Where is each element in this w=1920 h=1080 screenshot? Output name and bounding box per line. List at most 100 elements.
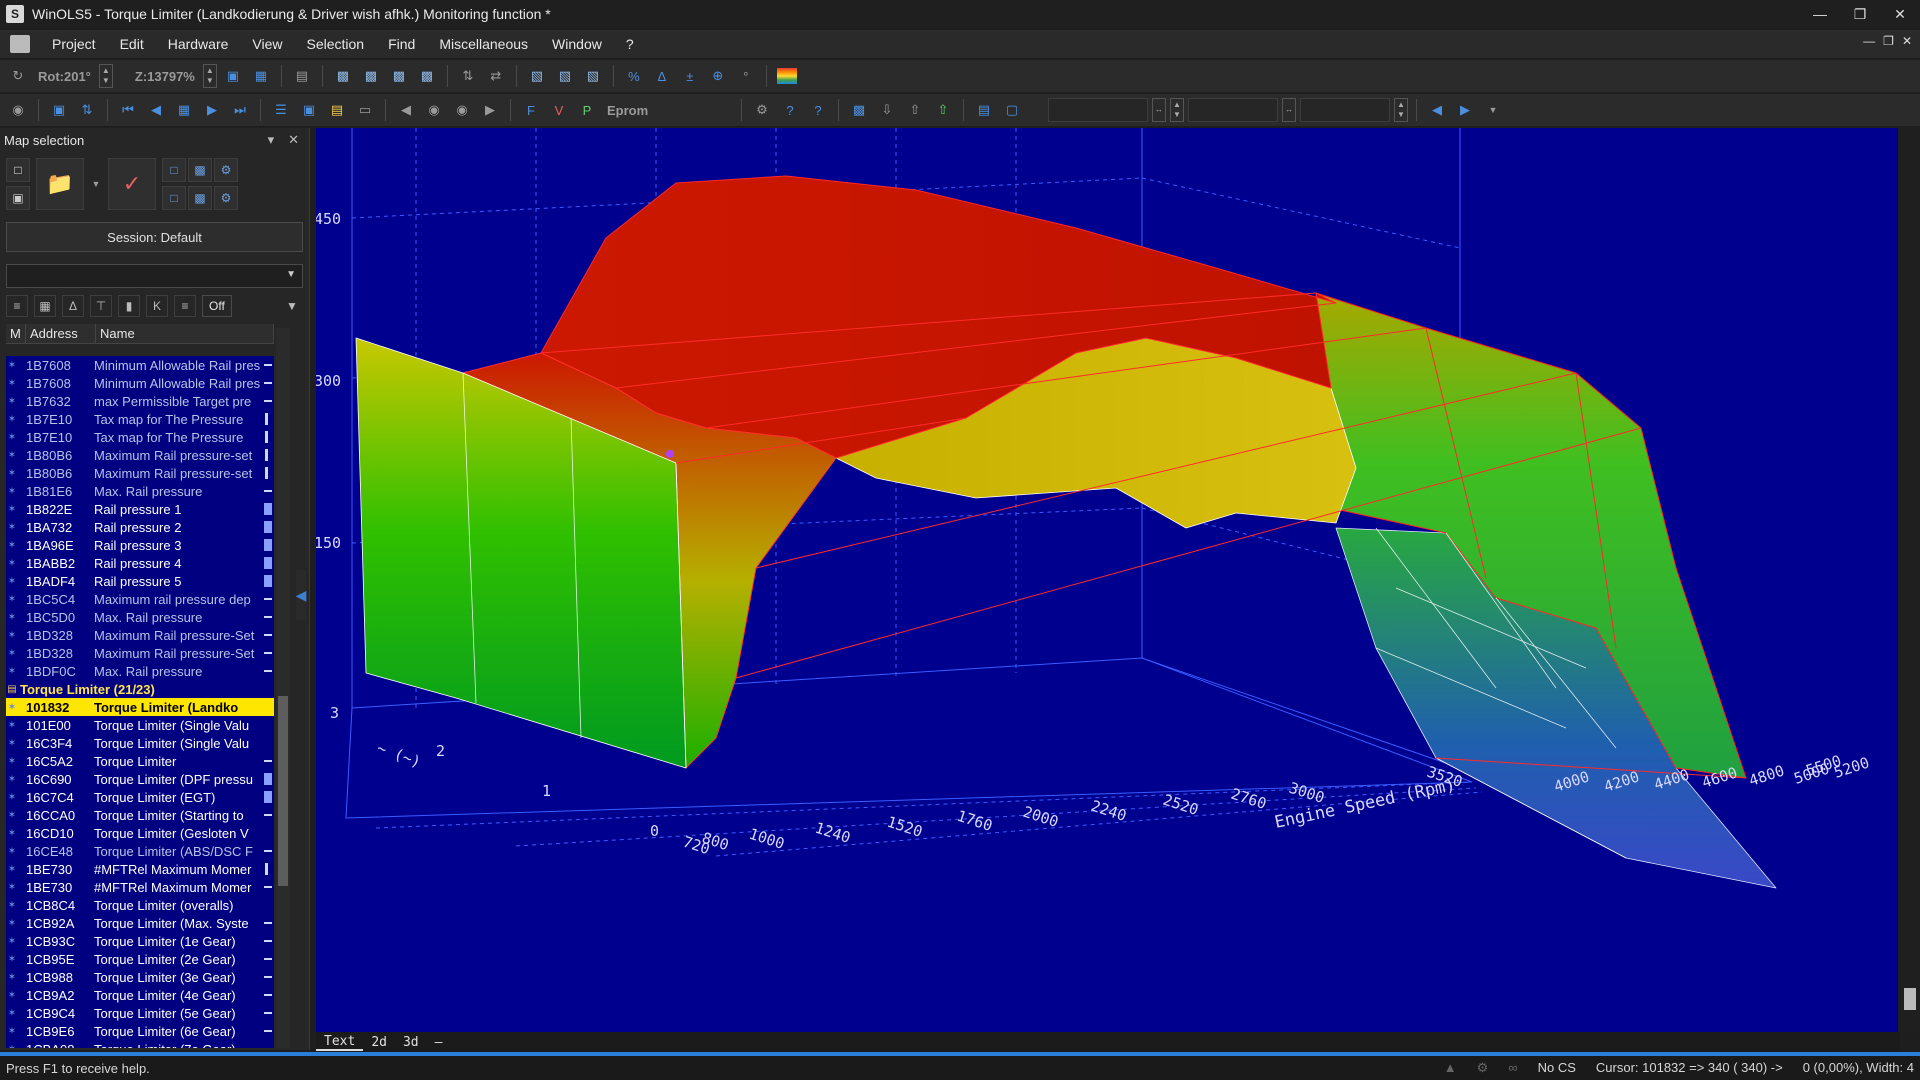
color-scale-icon[interactable] xyxy=(775,64,799,88)
value-spinner-2[interactable]: ▲ ▼ xyxy=(1170,98,1184,122)
percent-icon[interactable]: % xyxy=(622,64,646,88)
zoom-field[interactable]: Z:13797% xyxy=(131,65,199,87)
mdi-minimize-icon[interactable]: — xyxy=(1863,34,1875,48)
value-input-3[interactable] xyxy=(1300,98,1390,122)
filter-dropdown-icon[interactable]: ▼ xyxy=(281,295,303,317)
filter-bars-icon[interactable]: ▮ xyxy=(118,295,140,317)
list-scrollbar[interactable] xyxy=(276,328,290,1048)
filter-delta-icon[interactable]: Δ xyxy=(62,295,84,317)
table-row[interactable]: ✶ 16CCA0 Torque Limiter (Starting to xyxy=(6,806,274,824)
rotate-icon[interactable]: ↻ xyxy=(6,64,30,88)
forward-icon[interactable]: ▶ xyxy=(478,98,502,122)
filter-columns-icon[interactable]: ▦ xyxy=(34,295,56,317)
filter-sort-icon[interactable]: ≡ xyxy=(6,295,28,317)
column-m[interactable]: M xyxy=(6,324,26,343)
table-row[interactable]: ✶ 101832 Torque Limiter (Landko xyxy=(6,698,274,716)
table-row[interactable]: ✶ 1B7E10 Tax map for The Pressure xyxy=(6,428,274,446)
session-button[interactable]: Session: Default xyxy=(6,222,303,252)
plus-one-icon[interactable]: ± xyxy=(678,64,702,88)
hilo-icon[interactable]: ⇅ xyxy=(456,64,480,88)
view-grid-icon[interactable]: ▦ xyxy=(249,64,273,88)
value-spinner-1[interactable]: ↔ xyxy=(1152,98,1166,122)
column-name[interactable]: Name xyxy=(96,324,274,343)
tree-icon[interactable]: ☰ xyxy=(269,98,293,122)
map-wizard-icon[interactable]: ▩ xyxy=(188,158,212,182)
hex32-icon[interactable]: ▩ xyxy=(387,64,411,88)
panel-collapse-icon[interactable]: ◀ xyxy=(296,570,306,620)
table-row[interactable]: ✶ 1BABB2 Rail pressure 4 xyxy=(6,554,274,572)
settings-icon[interactable]: ⚙ xyxy=(750,98,774,122)
table-row[interactable]: ✶ 16C3F4 Torque Limiter (Single Valu xyxy=(6,734,274,752)
mdi-close-icon[interactable]: ✕ xyxy=(1902,34,1912,48)
save-icon[interactable]: ▣ xyxy=(6,186,30,210)
table-row[interactable]: ✶ 101E00 Torque Limiter (Single Valu xyxy=(6,716,274,734)
menu-hardware[interactable]: Hardware xyxy=(156,36,241,52)
table-row[interactable]: ✶ 1B7632 max Permissible Target pre xyxy=(6,392,274,410)
plot-scrollbar-thumb[interactable] xyxy=(1904,988,1916,1010)
grid-select-icon[interactable]: ▦ xyxy=(172,98,196,122)
table-row[interactable]: ✶ 1B80B6 Maximum Rail pressure-set xyxy=(6,464,274,482)
f-box-icon[interactable]: F xyxy=(519,98,543,122)
degree-icon[interactable]: ° xyxy=(734,64,758,88)
panel-close-icon[interactable]: ✕ xyxy=(288,132,299,148)
plot-scrollbar[interactable] xyxy=(1900,128,1920,1032)
table-row[interactable]: ✶ 1B81E6 Max. Rail pressure xyxy=(6,482,274,500)
tab-text[interactable]: Text xyxy=(316,1034,364,1051)
sign-icon[interactable]: ▧ xyxy=(525,64,549,88)
mdi-restore-icon[interactable]: ❐ xyxy=(1883,34,1894,48)
table-row[interactable]: ✶ 1CB9E6 Torque Limiter (6e Gear) xyxy=(6,1022,274,1040)
swap-icon[interactable]: ⇄ xyxy=(484,64,508,88)
value-input-2[interactable] xyxy=(1188,98,1278,122)
back-icon[interactable]: ◀ xyxy=(394,98,418,122)
table-row[interactable]: ✶ 16CE48 Torque Limiter (ABS/DSC F xyxy=(6,842,274,860)
prev-icon[interactable]: ◀ xyxy=(144,98,168,122)
context-help-icon[interactable]: ? xyxy=(806,98,830,122)
table-row[interactable]: ✶ 1BA96E Rail pressure 3 xyxy=(6,536,274,554)
split-icon[interactable]: ▤ xyxy=(972,98,996,122)
rotation-field[interactable]: Rot:201° xyxy=(34,65,95,87)
list-folder[interactable]: ▤ Torque Limiter (21/23) xyxy=(6,680,274,698)
column-address[interactable]: Address xyxy=(26,324,96,343)
frame-icon[interactable]: ▢ xyxy=(1000,98,1024,122)
columns-icon[interactable]: ▧ xyxy=(581,64,605,88)
surface-plot[interactable]: 450 300 150 3 2 1 0 ~ (~) 720 800 1000 1… xyxy=(316,128,1898,1032)
properties-icon[interactable]: ▤ xyxy=(325,98,349,122)
filter-lines-icon[interactable]: ≡ xyxy=(174,295,196,317)
window-icon[interactable]: ▣ xyxy=(47,98,71,122)
original-icon[interactable]: ⊕ xyxy=(706,64,730,88)
upload-icon[interactable]: ⇧ xyxy=(931,98,955,122)
search-prev-icon[interactable]: ◉ xyxy=(422,98,446,122)
menu-view[interactable]: View xyxy=(240,36,294,52)
eprom-field[interactable]: Eprom xyxy=(603,99,733,121)
table-row[interactable]: ✶ 1BD328 Maximum Rail pressure-Set xyxy=(6,626,274,644)
new-file-icon[interactable]: □ xyxy=(6,158,30,182)
ff-icon[interactable]: ▧ xyxy=(553,64,577,88)
table-row[interactable]: ✶ 1B7E10 Tax map for The Pressure xyxy=(6,410,274,428)
table-row[interactable]: ✶ 1BE730 #MFTRel Maximum Momer xyxy=(6,878,274,896)
restore-icon[interactable]: ❐ xyxy=(1840,0,1880,28)
table-row[interactable]: ✶ 1CB988 Torque Limiter (3e Gear) xyxy=(6,968,274,986)
page-icon[interactable]: ▭ xyxy=(353,98,377,122)
table-row[interactable]: ✶ 1CB9A2 Torque Limiter (4e Gear) xyxy=(6,986,274,1004)
table-row[interactable]: ✶ 1BC5C4 Maximum rail pressure dep xyxy=(6,590,274,608)
menu-window[interactable]: Window xyxy=(540,36,614,52)
table-row[interactable]: ✶ 16C7C4 Torque Limiter (EGT) xyxy=(6,788,274,806)
list-scrollbar-thumb[interactable] xyxy=(278,696,288,886)
filter-off-button[interactable]: Off xyxy=(202,295,232,317)
table-row[interactable]: ✶ 1B7608 Minimum Allowable Rail pres xyxy=(6,356,274,374)
table-row[interactable]: ✶ 1BC5D0 Max. Rail pressure xyxy=(6,608,274,626)
table-row[interactable]: ✶ 1BA732 Rail pressure 2 xyxy=(6,518,274,536)
view-3d-icon[interactable]: ▣ xyxy=(221,64,245,88)
menu-help[interactable]: ? xyxy=(614,36,646,52)
new-map-icon[interactable]: □ xyxy=(162,158,186,182)
filter-type-icon[interactable]: ⊤ xyxy=(90,295,112,317)
table-row[interactable]: ✶ 1B80B6 Maximum Rail pressure-set xyxy=(6,446,274,464)
tab-3d[interactable]: 3d xyxy=(395,1035,427,1050)
search-next-icon[interactable]: ◉ xyxy=(450,98,474,122)
table-row[interactable]: ✶ 16CD10 Torque Limiter (Gesloten V xyxy=(6,824,274,842)
delta-icon[interactable]: Δ xyxy=(650,64,674,88)
menu-project[interactable]: Project xyxy=(40,36,108,52)
menu-find[interactable]: Find xyxy=(376,36,427,52)
map-import-icon[interactable]: □ xyxy=(162,186,186,210)
compare-icon[interactable]: ⇅ xyxy=(75,98,99,122)
